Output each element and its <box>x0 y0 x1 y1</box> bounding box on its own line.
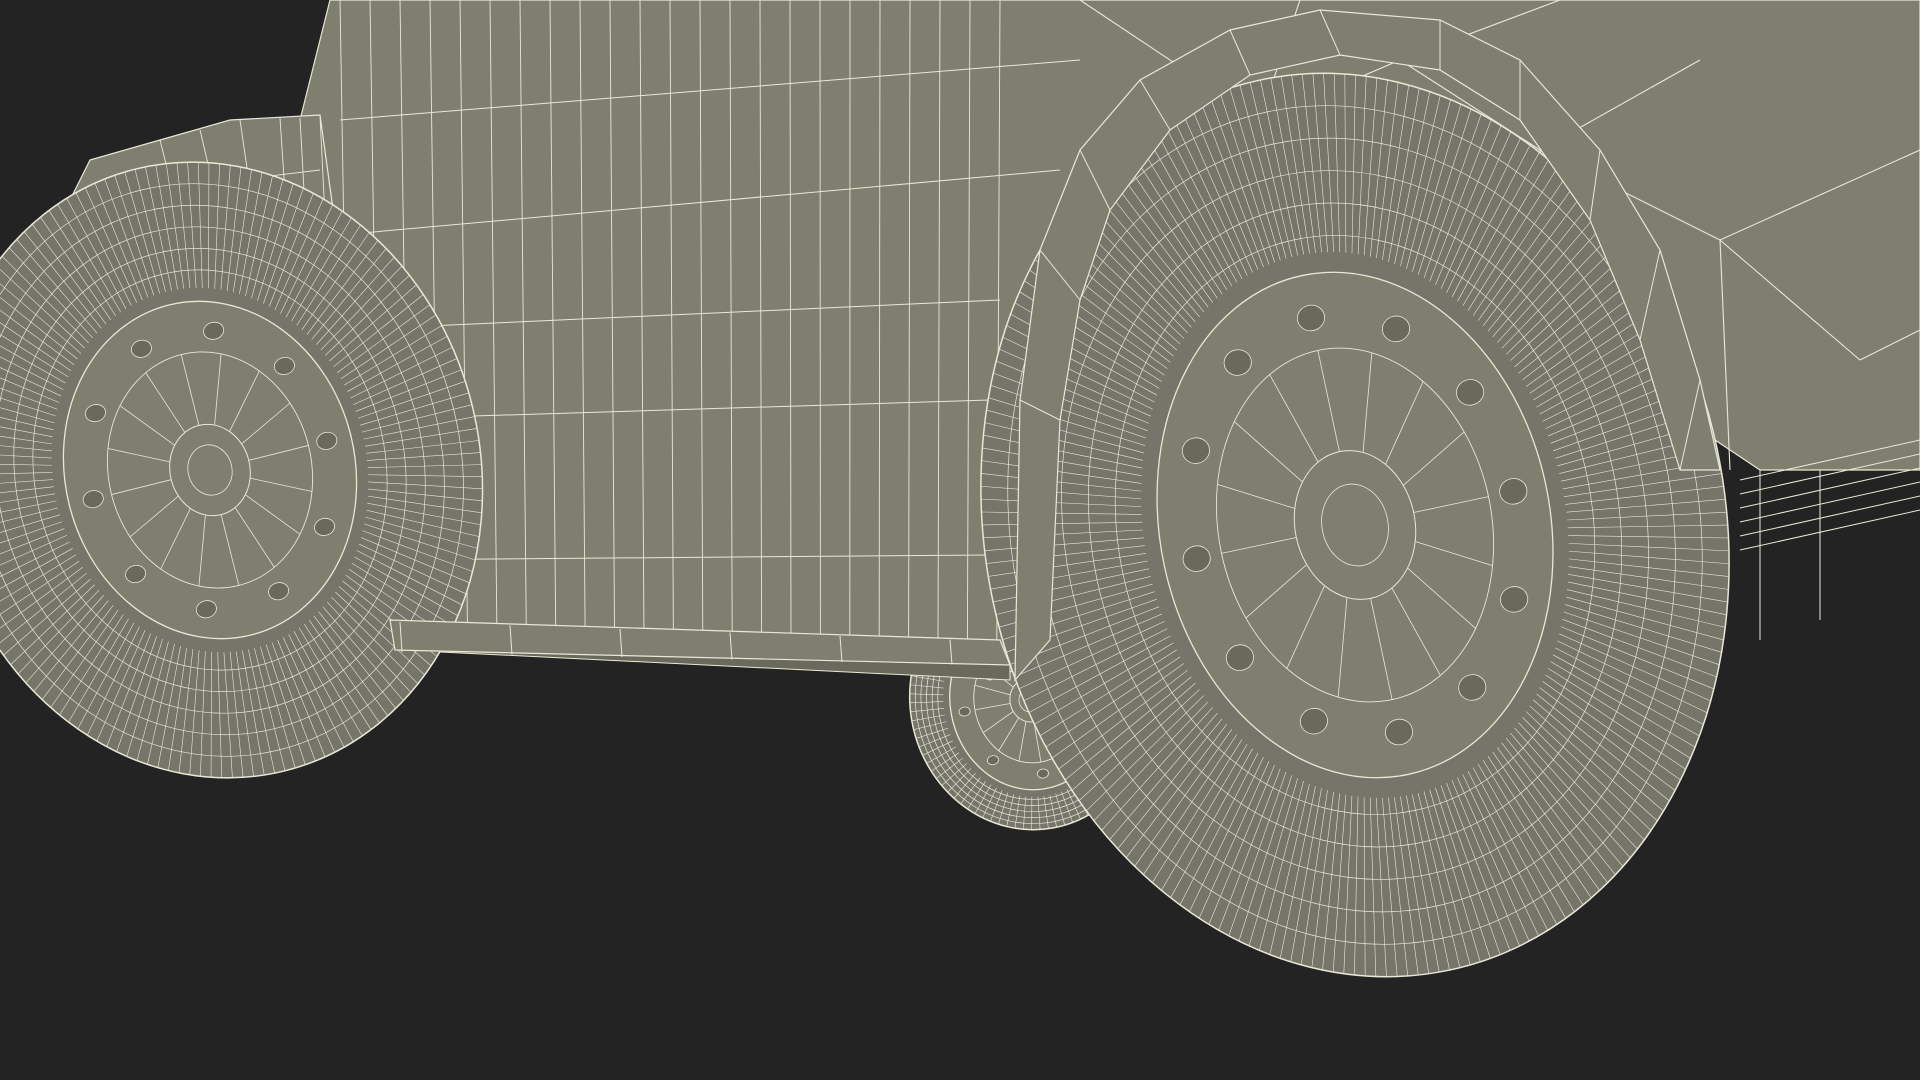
render-viewport <box>0 0 1920 1080</box>
wireframe-render <box>0 0 1920 1080</box>
